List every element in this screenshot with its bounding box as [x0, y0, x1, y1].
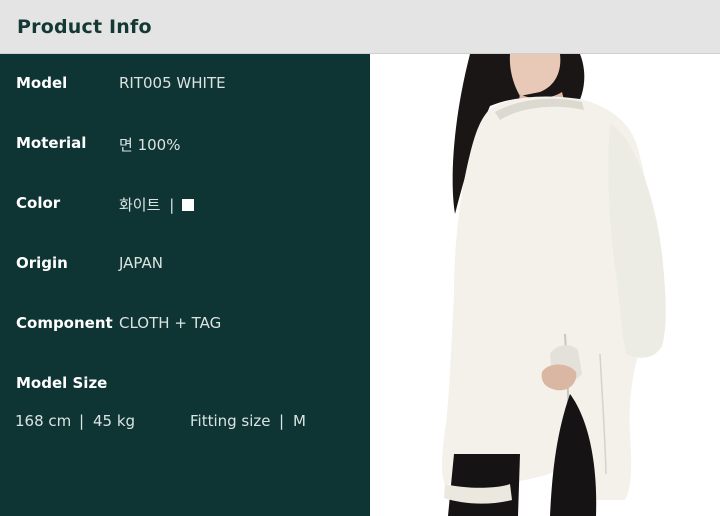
model-value: RIT005 WHITE [119, 74, 226, 92]
size-separator: | [279, 412, 285, 430]
spec-row-origin: Origin JAPAN [0, 254, 370, 278]
origin-value: JAPAN [119, 254, 163, 272]
fitting-size-label: Fitting size [190, 412, 271, 430]
model-height: 168 cm [15, 412, 72, 430]
material-value: 면 100% [119, 136, 181, 154]
size-separator: | [79, 412, 85, 430]
spec-row-color: Color 화이트 | [0, 194, 370, 218]
spec-row-component: Component CLOTH + TAG [0, 314, 370, 338]
spec-row-model-size: Model Size [0, 374, 370, 398]
color-swatch [182, 199, 195, 211]
component-label: Component [16, 314, 113, 332]
color-value-group: 화이트 | [119, 194, 195, 215]
color-value: 화이트 [119, 196, 161, 214]
fitting-size-value: M [293, 412, 306, 430]
header-bar: Product Info [0, 0, 720, 54]
model-size-label: Model Size [16, 374, 108, 392]
color-separator: | [169, 196, 175, 214]
material-label: Moterial [16, 134, 87, 152]
product-photo [370, 54, 720, 516]
origin-label: Origin [16, 254, 68, 272]
model-label: Model [16, 74, 68, 92]
color-label: Color [16, 194, 61, 212]
spec-row-model: Model RIT005 WHITE [0, 74, 370, 98]
model-weight: 45 kg [93, 412, 136, 430]
page-title: Product Info [17, 16, 152, 38]
component-value: CLOTH + TAG [119, 314, 222, 332]
model-wearing-sweatshirt-image [370, 54, 720, 516]
spec-row-material: Moterial 면 100% [0, 134, 370, 158]
product-info-panel: Model RIT005 WHITE Moterial 면 100% Color… [0, 54, 370, 516]
